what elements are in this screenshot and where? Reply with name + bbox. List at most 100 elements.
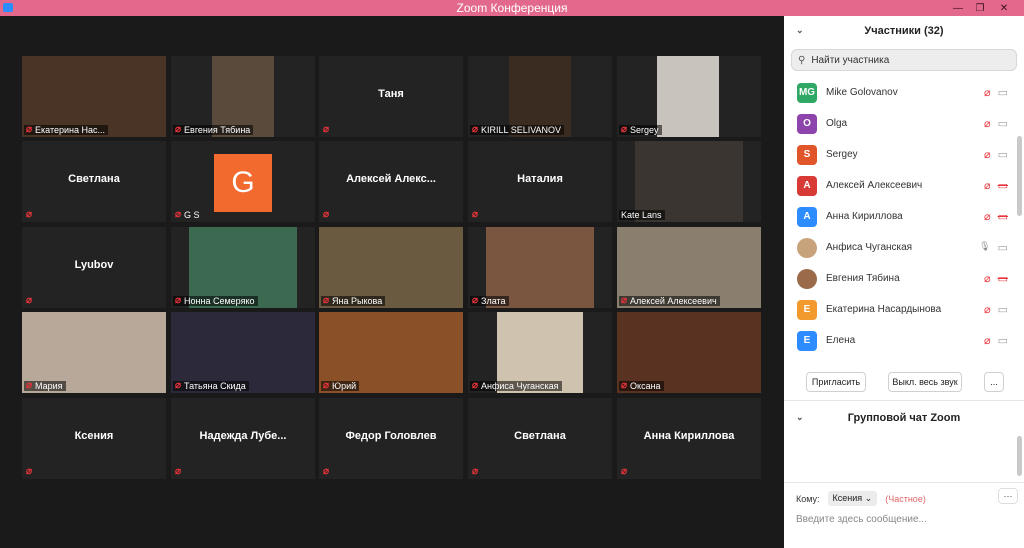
recipient-select[interactable]: Ксения ⌄ xyxy=(827,491,878,506)
participant-row[interactable]: А Анна Кириллова ⌀ ▭ xyxy=(784,201,1024,232)
participant-tile[interactable]: Таня ⌀ xyxy=(319,56,463,137)
recipient-row: Кому: Ксения ⌄ (Частное) xyxy=(796,491,926,506)
zoom-app-icon xyxy=(3,3,13,12)
participant-search-input[interactable]: ⚲ Найти участника xyxy=(791,49,1017,71)
participant-row[interactable]: E Елена ⌀ ▭ xyxy=(784,325,1024,356)
participant-name-label: ⌀ KIRILL SELIVANOV xyxy=(470,125,565,135)
participant-avatar: S xyxy=(797,144,817,165)
participant-tile[interactable]: Наталия ⌀ xyxy=(468,141,612,222)
participant-tile[interactable]: ⌀ Екатерина Нас... xyxy=(22,56,166,137)
participant-tile[interactable]: ⌀ Евгения Тябина xyxy=(171,56,315,137)
participant-tile[interactable]: ⌀ Sergey xyxy=(617,56,761,137)
participant-tile[interactable]: Светлана ⌀ xyxy=(22,141,166,222)
participant-tile[interactable]: Kate Lans xyxy=(617,141,761,222)
participant-tile[interactable]: Lyubov ⌀ xyxy=(22,227,166,308)
participant-name: Татьяна Скида xyxy=(184,381,246,391)
participant-name: Анна Кириллова xyxy=(643,430,735,442)
participant-tile[interactable]: ⌀ Оксана xyxy=(617,312,761,393)
to-label: Кому: xyxy=(796,493,820,504)
participant-row[interactable]: MG Mike Golovanov ⌀ ▭ xyxy=(784,77,1024,108)
mic-muted-icon: ⌀ xyxy=(621,466,628,477)
participant-row[interactable]: S Sergey ⌀ ▭ xyxy=(784,139,1024,170)
participant-tile[interactable]: ⌀ Юрий xyxy=(319,312,463,393)
participant-name: Lyubov xyxy=(74,259,114,271)
participant-list: MG Mike Golovanov ⌀ ▭ O Olga ⌀ ▭ S Sergey ⌀ ▭ А Алекс… xyxy=(784,77,1024,356)
mic-muted-icon: ⌀ xyxy=(472,380,479,391)
more-options-button[interactable]: ... xyxy=(984,372,1004,392)
participant-name-label: ⌀ Юрий xyxy=(321,380,360,391)
collapse-chat-chevron-icon[interactable]: ⌄ xyxy=(796,412,804,423)
participant-row[interactable]: Е Екатерина Насардынова ⌀ ▭ xyxy=(784,294,1024,325)
mic-muted-icon: ⌀ xyxy=(26,124,33,135)
chat-more-button[interactable]: ··· xyxy=(998,488,1018,504)
participant-status-icons: ⌀ ▭ xyxy=(984,148,1008,161)
mic-muted-icon: ⌀ xyxy=(621,295,628,306)
title-bar: Zoom Конференция — ❐ ✕ xyxy=(0,0,1024,16)
participant-tile[interactable]: ⌀ Анфиса Чуганская xyxy=(468,312,612,393)
participant-name-label: ⌀ Алексей Алексеевич xyxy=(619,296,720,306)
mute-all-button[interactable]: Выкл. весь звук xyxy=(888,372,962,392)
mic-muted-icon: ⌀ xyxy=(983,87,991,99)
search-icon: ⚲ xyxy=(798,54,806,66)
mic-muted-icon: ⌀ xyxy=(175,209,182,220)
participant-tile[interactable]: ⌀ Алексей Алексеевич xyxy=(617,227,761,308)
mic-muted-icon: ⌀ xyxy=(621,380,628,391)
participant-tile[interactable]: Алексей Алекс... ⌀ xyxy=(319,141,463,222)
participant-tile[interactable]: Светлана ⌀ xyxy=(468,398,612,479)
participant-avatar: O xyxy=(797,113,817,134)
participant-name: Анна Кириллова xyxy=(826,211,903,222)
participant-tile[interactable]: G ⌀ G S xyxy=(171,141,315,222)
participant-row[interactable]: А Алексей Алексеевич ⌀ ▭ xyxy=(784,170,1024,201)
invite-button[interactable]: Пригласить xyxy=(806,372,866,392)
mic-muted-icon: ⌀ xyxy=(983,149,991,161)
search-placeholder: Найти участника xyxy=(811,54,890,66)
participant-name-label: ⌀ Екатерина Нас... xyxy=(24,124,109,135)
participant-row[interactable]: O Olga ⌀ ▭ xyxy=(784,108,1024,139)
participant-name: Mike Golovanov xyxy=(826,87,898,98)
maximize-button[interactable]: ❐ xyxy=(969,0,991,16)
participant-name: Мария xyxy=(35,381,63,391)
participant-status-icons: ⌀ ▭ xyxy=(984,86,1008,99)
participant-name: Sergey xyxy=(630,125,659,135)
participant-tile[interactable]: Ксения ⌀ xyxy=(22,398,166,479)
participant-tile[interactable]: Надежда Лубе... ⌀ xyxy=(171,398,315,479)
divider xyxy=(784,400,1024,401)
participant-tile[interactable]: ⌀ Злата xyxy=(468,227,612,308)
participant-name-label: ⌀ Евгения Тябина xyxy=(173,125,254,135)
participant-name-label: ⌀ Мария xyxy=(24,381,66,391)
mic-muted-icon: ⌀ xyxy=(323,466,330,477)
mic-muted-icon: ⌀ xyxy=(323,209,330,220)
participant-name: Наталия xyxy=(517,173,563,185)
mic-muted-icon: ⌀ xyxy=(175,295,182,306)
mic-muted-icon: ⌀ xyxy=(26,209,33,220)
participant-tile[interactable]: Анна Кириллова ⌀ xyxy=(617,398,761,479)
participant-name: KIRILL SELIVANOV xyxy=(481,125,562,135)
participant-tile[interactable]: ⌀ KIRILL SELIVANOV xyxy=(468,56,612,137)
camera-off-icon: ▭ xyxy=(997,211,1008,223)
participant-name-label: ⌀ Злата xyxy=(470,296,509,306)
participant-name: Надежда Лубе... xyxy=(199,430,287,442)
participant-row[interactable]: Евгения Тябина ⌀ ▭ xyxy=(784,263,1024,294)
participant-tile[interactable]: Федор Головлев ⌀ xyxy=(319,398,463,479)
mic-muted-icon: ⌀ xyxy=(175,466,182,477)
participant-name: Федор Головлев xyxy=(345,430,437,442)
participant-name: Екатерина Нас... xyxy=(35,125,106,135)
minimize-button[interactable]: — xyxy=(947,0,969,16)
participant-row[interactable]: Анфиса Чуганская 🎙 ▭ xyxy=(784,232,1024,263)
participant-name: Алексей Алексеевич xyxy=(630,296,717,306)
chat-message-input[interactable]: Введите здесь сообщение... xyxy=(796,514,927,525)
side-panel: ⌄ Участники (32) ⚲ Найти участника MG Mik… xyxy=(784,16,1024,548)
close-button[interactable]: ✕ xyxy=(993,0,1015,16)
mic-muted-icon: ⌀ xyxy=(472,209,479,220)
participant-tile[interactable]: ⌀ Татьяна Скида xyxy=(171,312,315,393)
participant-scrollbar[interactable] xyxy=(1017,136,1022,216)
participant-tile[interactable]: ⌀ Нонна Семеряко xyxy=(171,227,315,308)
collapse-chevron-icon[interactable]: ⌄ xyxy=(796,25,804,36)
mic-muted-icon: ⌀ xyxy=(26,466,33,477)
participant-status-icons: ⌀ ▭ xyxy=(984,117,1008,130)
participant-name-label: ⌀ Анфиса Чуганская xyxy=(470,381,562,391)
mic-muted-icon: ⌀ xyxy=(323,380,330,391)
participant-tile[interactable]: ⌀ Мария xyxy=(22,312,166,393)
chat-scrollbar[interactable] xyxy=(1017,436,1022,476)
participant-tile[interactable]: ⌀ Яна Рыкова xyxy=(319,227,463,308)
